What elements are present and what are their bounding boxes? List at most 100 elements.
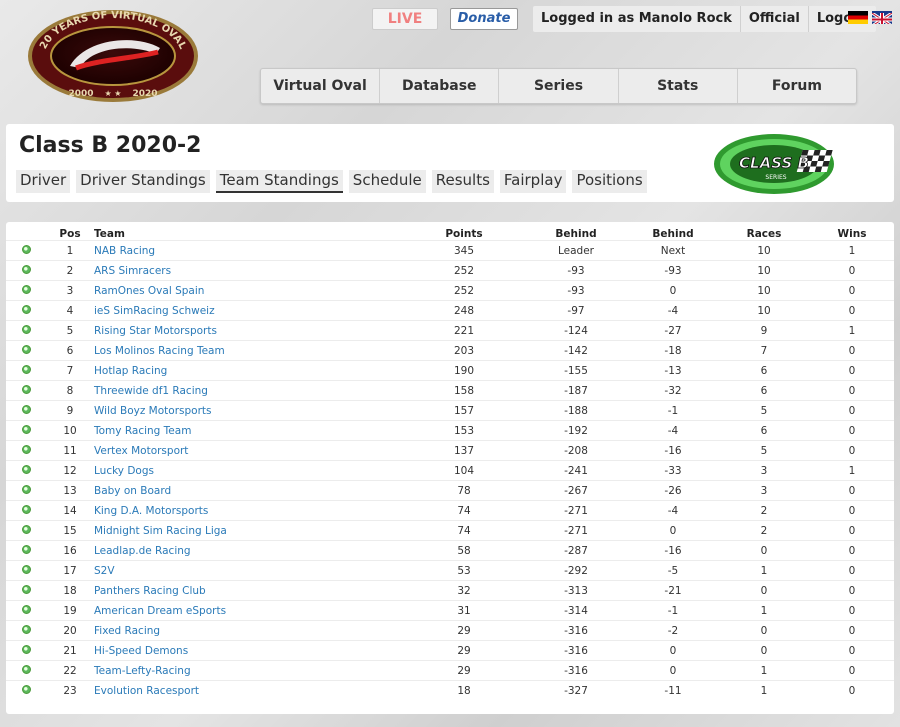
status-dot-icon[interactable] [21, 624, 31, 634]
team-link[interactable]: Evolution Racesport [94, 680, 404, 701]
status-dot-icon[interactable] [21, 384, 31, 394]
team-link[interactable]: S2V [94, 560, 404, 581]
cell-behind-next: -32 [628, 380, 718, 401]
german-flag-icon[interactable] [848, 11, 868, 24]
cell-behind-leader: -93 [524, 280, 628, 301]
cell-points: 158 [404, 380, 524, 401]
team-link[interactable]: Leadlap.de Racing [94, 540, 404, 561]
status-cell [6, 460, 46, 481]
team-link[interactable]: Team-Lefty-Racing [94, 660, 404, 681]
tab-team-standings[interactable]: Team Standings [215, 170, 343, 193]
status-dot-icon[interactable] [21, 524, 31, 534]
table-row: 13 Baby on Board 78 -267 -26 3 0 [6, 480, 894, 501]
status-cell [6, 480, 46, 501]
cell-pos: 15 [46, 520, 94, 541]
cell-races: 0 [718, 540, 810, 561]
team-link[interactable]: RamOnes Oval Spain [94, 280, 404, 301]
site-logo[interactable]: 20 YEARS OF VIRTUAL OVAL 2000 2020 ★ ★ [26, 8, 200, 104]
status-dot-icon[interactable] [21, 644, 31, 654]
status-dot-icon[interactable] [21, 364, 31, 374]
logo-year-end: 2020 [132, 89, 157, 99]
nav-series[interactable]: Series [499, 69, 619, 103]
cell-races: 10 [718, 280, 810, 301]
status-dot-icon[interactable] [21, 464, 31, 474]
team-link[interactable]: Vertex Motorsport [94, 440, 404, 461]
cell-behind-leader: -316 [524, 640, 628, 661]
live-button[interactable]: LIVE [372, 8, 438, 30]
tab-fairplay[interactable]: Fairplay [499, 170, 567, 193]
nav-virtual-oval[interactable]: Virtual Oval [261, 69, 381, 103]
tab-schedule[interactable]: Schedule [348, 170, 426, 193]
status-cell [6, 300, 46, 321]
team-link[interactable]: ARS Simracers [94, 260, 404, 281]
table-row: 20 Fixed Racing 29 -316 -2 0 0 [6, 620, 894, 641]
cell-points: 74 [404, 500, 524, 521]
status-dot-icon[interactable] [21, 504, 31, 514]
table-row: 8 Threewide df1 Racing 158 -187 -32 6 0 [6, 380, 894, 401]
logged-in-user-link[interactable]: Logged in as Manolo Rock [533, 6, 741, 32]
cell-behind-next: 0 [628, 640, 718, 661]
status-dot-icon[interactable] [21, 404, 31, 414]
status-cell [6, 600, 46, 621]
tab-driver[interactable]: Driver [16, 170, 71, 193]
team-link[interactable]: Wild Boyz Motorsports [94, 400, 404, 421]
status-dot-icon[interactable] [21, 304, 31, 314]
status-dot-icon[interactable] [21, 444, 31, 454]
status-dot-icon[interactable] [21, 684, 31, 694]
status-dot-icon[interactable] [21, 584, 31, 594]
status-dot-icon[interactable] [21, 484, 31, 494]
status-dot-icon[interactable] [21, 424, 31, 434]
nav-stats[interactable]: Stats [619, 69, 738, 103]
team-link[interactable]: Panthers Racing Club [94, 580, 404, 601]
cell-behind-next: 0 [628, 660, 718, 681]
team-link[interactable]: Los Molinos Racing Team [94, 340, 404, 361]
uk-flag-icon[interactable] [872, 11, 892, 24]
cell-behind-leader: -292 [524, 560, 628, 581]
team-link[interactable]: NAB Racing [94, 240, 404, 261]
logo-star-icon: ★ ★ [105, 89, 122, 98]
cell-behind-next: -1 [628, 400, 718, 421]
status-dot-icon[interactable] [21, 264, 31, 274]
cell-pos: 5 [46, 320, 94, 341]
page-title: Class B 2020-2 [19, 133, 202, 158]
cell-pos: 12 [46, 460, 94, 481]
status-dot-icon[interactable] [21, 664, 31, 674]
cell-pos: 9 [46, 400, 94, 421]
tab-positions[interactable]: Positions [572, 170, 647, 193]
team-link[interactable]: American Dream eSports [94, 600, 404, 621]
status-dot-icon[interactable] [21, 564, 31, 574]
team-link[interactable]: Rising Star Motorsports [94, 320, 404, 341]
status-dot-icon[interactable] [21, 244, 31, 254]
cell-races: 0 [718, 640, 810, 661]
status-dot-icon[interactable] [21, 324, 31, 334]
status-dot-icon[interactable] [21, 344, 31, 354]
team-link[interactable]: Hi-Speed Demons [94, 640, 404, 661]
nav-database[interactable]: Database [380, 69, 500, 103]
official-link[interactable]: Official [741, 6, 809, 32]
team-link[interactable]: Tomy Racing Team [94, 420, 404, 441]
column-header-behind-next: Behind [652, 228, 694, 240]
cell-behind-leader: -192 [524, 420, 628, 441]
table-row: 2 ARS Simracers 252 -93 -93 10 0 [6, 260, 894, 281]
status-dot-icon[interactable] [21, 604, 31, 614]
team-link[interactable]: Lucky Dogs [94, 460, 404, 481]
team-link[interactable]: Baby on Board [94, 480, 404, 501]
team-link[interactable]: Midnight Sim Racing Liga [94, 520, 404, 541]
status-cell [6, 680, 46, 701]
cell-pos: 11 [46, 440, 94, 461]
team-link[interactable]: Fixed Racing [94, 620, 404, 641]
team-link[interactable]: Hotlap Racing [94, 360, 404, 381]
status-dot-icon[interactable] [21, 284, 31, 294]
tab-driver-standings[interactable]: Driver Standings [76, 170, 210, 193]
donate-button[interactable]: Donate [450, 8, 518, 30]
cell-wins: 0 [810, 260, 894, 281]
team-link[interactable]: King D.A. Motorsports [94, 500, 404, 521]
cell-points: 104 [404, 460, 524, 481]
status-dot-icon[interactable] [21, 544, 31, 554]
table-row: 6 Los Molinos Racing Team 203 -142 -18 7 0 [6, 340, 894, 361]
team-link[interactable]: Threewide df1 Racing [94, 380, 404, 401]
team-link[interactable]: ieS SimRacing Schweiz [94, 300, 404, 321]
cell-pos: 14 [46, 500, 94, 521]
tab-results[interactable]: Results [431, 170, 494, 193]
nav-forum[interactable]: Forum [738, 69, 856, 103]
